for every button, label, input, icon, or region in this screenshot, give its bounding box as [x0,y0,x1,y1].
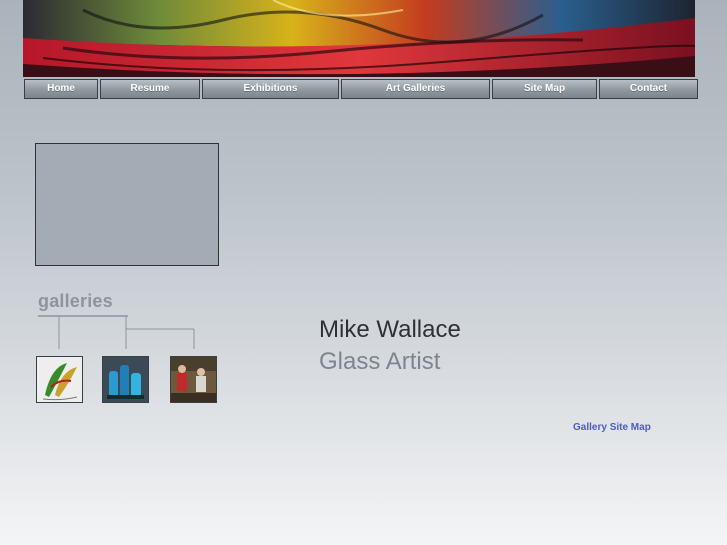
glass-sculpture-icon [37,357,82,402]
studio-photo-icon [171,357,216,402]
galleries-heading: galleries [38,291,113,311]
nav-contact-button[interactable]: Contact [599,79,698,99]
galleries-tree-lines [38,315,195,349]
gallery-thumbnail-blue-vases[interactable] [102,356,149,403]
featured-image-placeholder [35,143,219,266]
nav-resume-button[interactable]: Resume [100,79,200,99]
nav-home-button[interactable]: Home [24,79,98,99]
nav-site-map-button[interactable]: Site Map [492,79,597,99]
main-nav: Home Resume Exhibitions Art Galleries Si… [24,79,699,99]
artist-name: Mike Wallace [319,316,461,343]
gallery-thumbnail-glass-sculpture[interactable] [36,356,83,403]
nav-exhibitions-button[interactable]: Exhibitions [202,79,339,99]
artist-role: Glass Artist [319,348,441,375]
gallery-thumbnail-studio[interactable] [170,356,217,403]
nav-art-galleries-button[interactable]: Art Galleries [341,79,490,99]
header-banner-image [23,0,695,77]
gallery-site-map-link[interactable]: Gallery Site Map [573,422,651,433]
blue-vases-icon [103,357,148,402]
